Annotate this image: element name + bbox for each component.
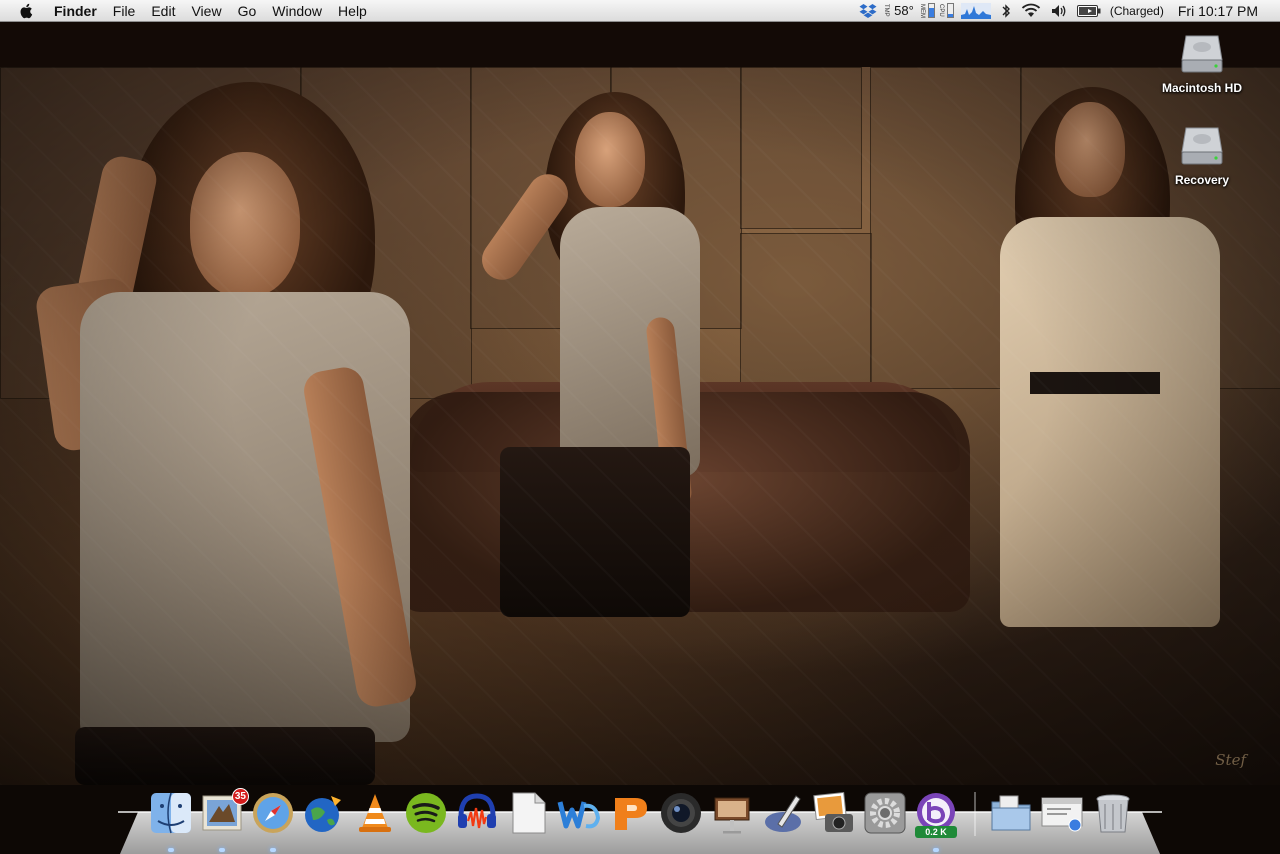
menu-extras: TMP 58° MEM CPU (Charged) Fri 10:17 PM <box>854 0 1280 21</box>
dock-safari[interactable] <box>250 790 296 836</box>
menu-go[interactable]: Go <box>230 0 265 22</box>
dock-vlc[interactable] <box>352 790 398 836</box>
dock-textedit[interactable] <box>505 790 551 836</box>
running-indicator-bittorrent <box>933 848 939 852</box>
globe-icon <box>305 796 341 832</box>
dock-separator <box>974 792 976 836</box>
letterbox-top <box>0 22 1280 67</box>
battery-icon[interactable] <box>1076 0 1101 21</box>
photo-camera-icon <box>813 791 853 832</box>
dock-finder[interactable] <box>148 790 194 836</box>
spotify-icon <box>406 793 446 833</box>
desktop-icon-label: Macintosh HD <box>1161 81 1242 95</box>
menu-bar: Finder File Edit View Go Window Help TMP… <box>0 0 1280 22</box>
menu-help[interactable]: Help <box>330 0 375 22</box>
cpu-meter-icon[interactable] <box>946 3 954 18</box>
dock-iphoto[interactable] <box>811 790 857 836</box>
running-indicator-safari <box>270 848 276 852</box>
vlc-cone-icon <box>359 794 391 832</box>
dock-word[interactable] <box>556 790 602 836</box>
dock-spotify[interactable] <box>403 790 449 836</box>
hard-drive-icon <box>1181 127 1223 165</box>
dock-powerpoint[interactable] <box>607 790 653 836</box>
wallpaper-signature: Stef <box>1215 751 1246 769</box>
mail-unread-badge: 35 <box>231 788 249 805</box>
hard-drive-icon <box>1181 35 1223 73</box>
menu-window[interactable]: Window <box>264 0 330 22</box>
trash-icon <box>1096 794 1130 833</box>
wifi-icon[interactable] <box>1021 0 1041 21</box>
downloads-stack-icon <box>1041 797 1083 832</box>
volume-icon[interactable] <box>1051 0 1067 21</box>
powerpoint-icon <box>615 798 647 830</box>
apple-menu-icon[interactable] <box>18 2 36 20</box>
dock-bittorrent[interactable]: 0.2 K <box>913 790 959 838</box>
battery-status[interactable]: (Charged) <box>1110 4 1164 18</box>
menu-app-finder[interactable]: Finder <box>44 0 105 22</box>
desktop-wallpaper <box>0 67 1280 785</box>
desktop-icon-macintosh-hd[interactable]: Macintosh HD <box>1147 30 1257 95</box>
document-icon <box>512 792 546 834</box>
keynote-icon <box>714 797 750 834</box>
dock-keynote[interactable] <box>709 790 755 836</box>
dock-script-editor[interactable] <box>760 790 806 836</box>
bittorrent-download-rate: 0.2 K <box>915 826 957 838</box>
dock-applications-stack[interactable] <box>988 790 1034 836</box>
wallpaper-vignette <box>0 67 1280 785</box>
gear-icon <box>864 792 906 834</box>
menu-edit[interactable]: Edit <box>143 0 183 22</box>
folder-icon <box>991 795 1031 831</box>
dock-mail[interactable]: 35 <box>199 788 249 836</box>
safari-icon <box>253 793 293 833</box>
menu-view[interactable]: View <box>183 0 229 22</box>
menu-clock[interactable]: Fri 10:17 PM <box>1178 3 1258 19</box>
running-indicator-mail <box>219 848 225 852</box>
temperature-readout[interactable]: 58° <box>894 3 914 18</box>
pen-tablet-icon <box>765 795 801 832</box>
network-graph-icon[interactable] <box>960 0 991 21</box>
dock-downloads-stack[interactable] <box>1039 790 1085 836</box>
running-indicator-finder <box>168 848 174 852</box>
audacity-icon <box>458 793 496 829</box>
dock-system-preferences[interactable] <box>862 790 908 836</box>
camera-lens-icon <box>661 793 701 833</box>
mem-label: MEM <box>918 3 925 18</box>
dock-audacity[interactable] <box>454 790 500 836</box>
desktop-icon-label: Recovery <box>1174 173 1230 187</box>
word-icon <box>557 801 601 829</box>
dropbox-icon[interactable] <box>859 0 877 21</box>
memory-meter-icon[interactable] <box>927 3 935 18</box>
dock-trash[interactable] <box>1090 790 1136 836</box>
dock-globe-browser[interactable] <box>301 790 347 836</box>
menu-file[interactable]: File <box>105 0 144 22</box>
cpu-label: CPU <box>937 4 944 17</box>
dock-photo-booth[interactable] <box>658 790 704 836</box>
temperature-label: TMP <box>883 4 890 17</box>
desktop-icon-recovery[interactable]: Recovery <box>1147 122 1257 187</box>
finder-icon <box>151 792 191 834</box>
bluetooth-icon[interactable] <box>1001 0 1011 21</box>
